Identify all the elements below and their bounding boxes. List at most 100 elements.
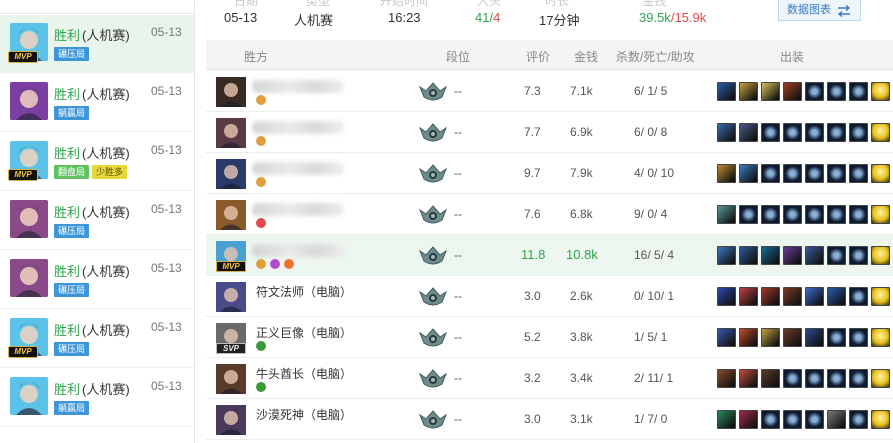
table-row[interactable]: 沙漠死神（电脑） -- 3.0 3.1k 1/ 7/ 0 bbox=[206, 399, 893, 440]
item-icon[interactable] bbox=[717, 328, 736, 347]
item-icon[interactable] bbox=[849, 287, 868, 306]
trinket-item-icon[interactable] bbox=[871, 82, 890, 101]
player-avatar[interactable] bbox=[216, 77, 246, 107]
table-row[interactable]: MVP -- 11.8 10.8k 16/ 5/ 4 bbox=[206, 235, 893, 276]
item-icon[interactable] bbox=[739, 205, 758, 224]
sidebar-match-item[interactable]: 胜利 (人机赛) 05-13 躺赢局 bbox=[0, 369, 194, 427]
item-icon[interactable] bbox=[805, 410, 824, 429]
sidebar-match-item[interactable]: 胜利 (人机赛) 05-13 躺赢局 bbox=[0, 74, 194, 132]
item-icon[interactable] bbox=[849, 205, 868, 224]
item-icon[interactable] bbox=[761, 287, 780, 306]
item-icon[interactable] bbox=[827, 328, 846, 347]
player-avatar[interactable] bbox=[216, 159, 246, 189]
item-icon[interactable] bbox=[783, 246, 802, 265]
item-icon[interactable] bbox=[805, 246, 824, 265]
item-icon[interactable] bbox=[849, 328, 868, 347]
item-icon[interactable] bbox=[761, 205, 780, 224]
item-icon[interactable] bbox=[717, 123, 736, 142]
item-icon[interactable] bbox=[739, 369, 758, 388]
item-icon[interactable] bbox=[849, 123, 868, 142]
item-icon[interactable] bbox=[717, 205, 736, 224]
player-name[interactable]: 正义巨像（电脑） bbox=[256, 324, 352, 341]
item-icon[interactable] bbox=[783, 164, 802, 183]
item-icon[interactable] bbox=[827, 246, 846, 265]
item-icon[interactable] bbox=[717, 287, 736, 306]
item-icon[interactable] bbox=[827, 369, 846, 388]
table-row[interactable]: -- 7.7 6.9k 6/ 0/ 8 bbox=[206, 112, 893, 153]
trinket-item-icon[interactable] bbox=[871, 246, 890, 265]
item-icon[interactable] bbox=[761, 164, 780, 183]
player-avatar[interactable] bbox=[216, 200, 246, 230]
item-icon[interactable] bbox=[805, 287, 824, 306]
item-icon[interactable] bbox=[739, 164, 758, 183]
item-icon[interactable] bbox=[761, 369, 780, 388]
item-icon[interactable] bbox=[849, 246, 868, 265]
item-icon[interactable] bbox=[783, 410, 802, 429]
trinket-item-icon[interactable] bbox=[871, 328, 890, 347]
trinket-item-icon[interactable] bbox=[871, 287, 890, 306]
item-icon[interactable] bbox=[761, 410, 780, 429]
trinket-item-icon[interactable] bbox=[871, 205, 890, 224]
item-icon[interactable] bbox=[783, 328, 802, 347]
item-icon[interactable] bbox=[827, 123, 846, 142]
player-name[interactable]: 牛头酋长（电脑） bbox=[256, 365, 352, 382]
table-row[interactable]: -- 7.6 6.8k 9/ 0/ 4 bbox=[206, 194, 893, 235]
player-avatar[interactable] bbox=[216, 282, 246, 312]
item-icon[interactable] bbox=[717, 369, 736, 388]
item-icon[interactable] bbox=[827, 205, 846, 224]
trinket-item-icon[interactable] bbox=[871, 123, 890, 142]
trinket-item-icon[interactable] bbox=[871, 410, 890, 429]
item-icon[interactable] bbox=[827, 287, 846, 306]
table-row[interactable]: SVP 正义巨像（电脑） -- 5.2 3.8k 1/ 5/ 1 bbox=[206, 317, 893, 358]
sidebar-match-item[interactable]: MVP 胜利 (人机赛) 05-13 碾压局 bbox=[0, 15, 194, 73]
item-icon[interactable] bbox=[805, 82, 824, 101]
item-icon[interactable] bbox=[717, 246, 736, 265]
data-chart-button[interactable]: 数据图表 bbox=[778, 0, 861, 21]
item-icon[interactable] bbox=[805, 123, 824, 142]
item-icon[interactable] bbox=[761, 123, 780, 142]
trinket-item-icon[interactable] bbox=[871, 369, 890, 388]
item-icon[interactable] bbox=[849, 410, 868, 429]
item-icon[interactable] bbox=[805, 205, 824, 224]
item-icon[interactable] bbox=[717, 164, 736, 183]
item-icon[interactable] bbox=[761, 246, 780, 265]
item-icon[interactable] bbox=[761, 82, 780, 101]
table-row[interactable]: -- 7.3 7.1k 6/ 1/ 5 bbox=[206, 71, 893, 112]
item-icon[interactable] bbox=[739, 287, 758, 306]
player-avatar[interactable] bbox=[216, 364, 246, 394]
player-avatar[interactable] bbox=[216, 405, 246, 435]
item-icon[interactable] bbox=[739, 246, 758, 265]
player-name[interactable]: 沙漠死神（电脑） bbox=[256, 406, 352, 423]
item-icon[interactable] bbox=[761, 328, 780, 347]
item-icon[interactable] bbox=[849, 369, 868, 388]
item-icon[interactable] bbox=[827, 164, 846, 183]
sidebar-match-item[interactable]: 胜利 (人机赛) 05-13 碾压局 bbox=[0, 192, 194, 250]
item-icon[interactable] bbox=[849, 164, 868, 183]
item-icon[interactable] bbox=[849, 82, 868, 101]
item-icon[interactable] bbox=[805, 164, 824, 183]
player-name[interactable]: 符文法师（电脑） bbox=[256, 283, 352, 300]
item-icon[interactable] bbox=[783, 369, 802, 388]
sidebar-match-item[interactable]: 胜利 (人机赛) 05-13 碾压局 bbox=[0, 251, 194, 309]
sidebar-match-item[interactable]: MVP 胜利 (人机赛) 05-13 翻盘局 少胜多 bbox=[0, 133, 194, 191]
item-icon[interactable] bbox=[717, 82, 736, 101]
item-icon[interactable] bbox=[827, 410, 846, 429]
sidebar-match-item[interactable]: MVP 胜利 (人机赛) 05-13 碾压局 bbox=[0, 310, 194, 368]
item-icon[interactable] bbox=[783, 287, 802, 306]
table-row[interactable]: 符文法师（电脑） -- 3.0 2.6k 0/ 10/ 1 bbox=[206, 276, 893, 317]
item-icon[interactable] bbox=[783, 82, 802, 101]
item-icon[interactable] bbox=[805, 369, 824, 388]
item-icon[interactable] bbox=[783, 123, 802, 142]
sidebar-match-item-partial[interactable] bbox=[0, 0, 194, 14]
item-icon[interactable] bbox=[805, 328, 824, 347]
item-icon[interactable] bbox=[739, 82, 758, 101]
item-icon[interactable] bbox=[739, 123, 758, 142]
item-icon[interactable] bbox=[739, 410, 758, 429]
item-icon[interactable] bbox=[783, 205, 802, 224]
item-icon[interactable] bbox=[717, 410, 736, 429]
table-row[interactable]: 牛头酋长（电脑） -- 3.2 3.4k 2/ 11/ 1 bbox=[206, 358, 893, 399]
item-icon[interactable] bbox=[827, 82, 846, 101]
table-row[interactable]: -- 9.7 7.9k 4/ 0/ 10 bbox=[206, 153, 893, 194]
trinket-item-icon[interactable] bbox=[871, 164, 890, 183]
item-icon[interactable] bbox=[739, 328, 758, 347]
